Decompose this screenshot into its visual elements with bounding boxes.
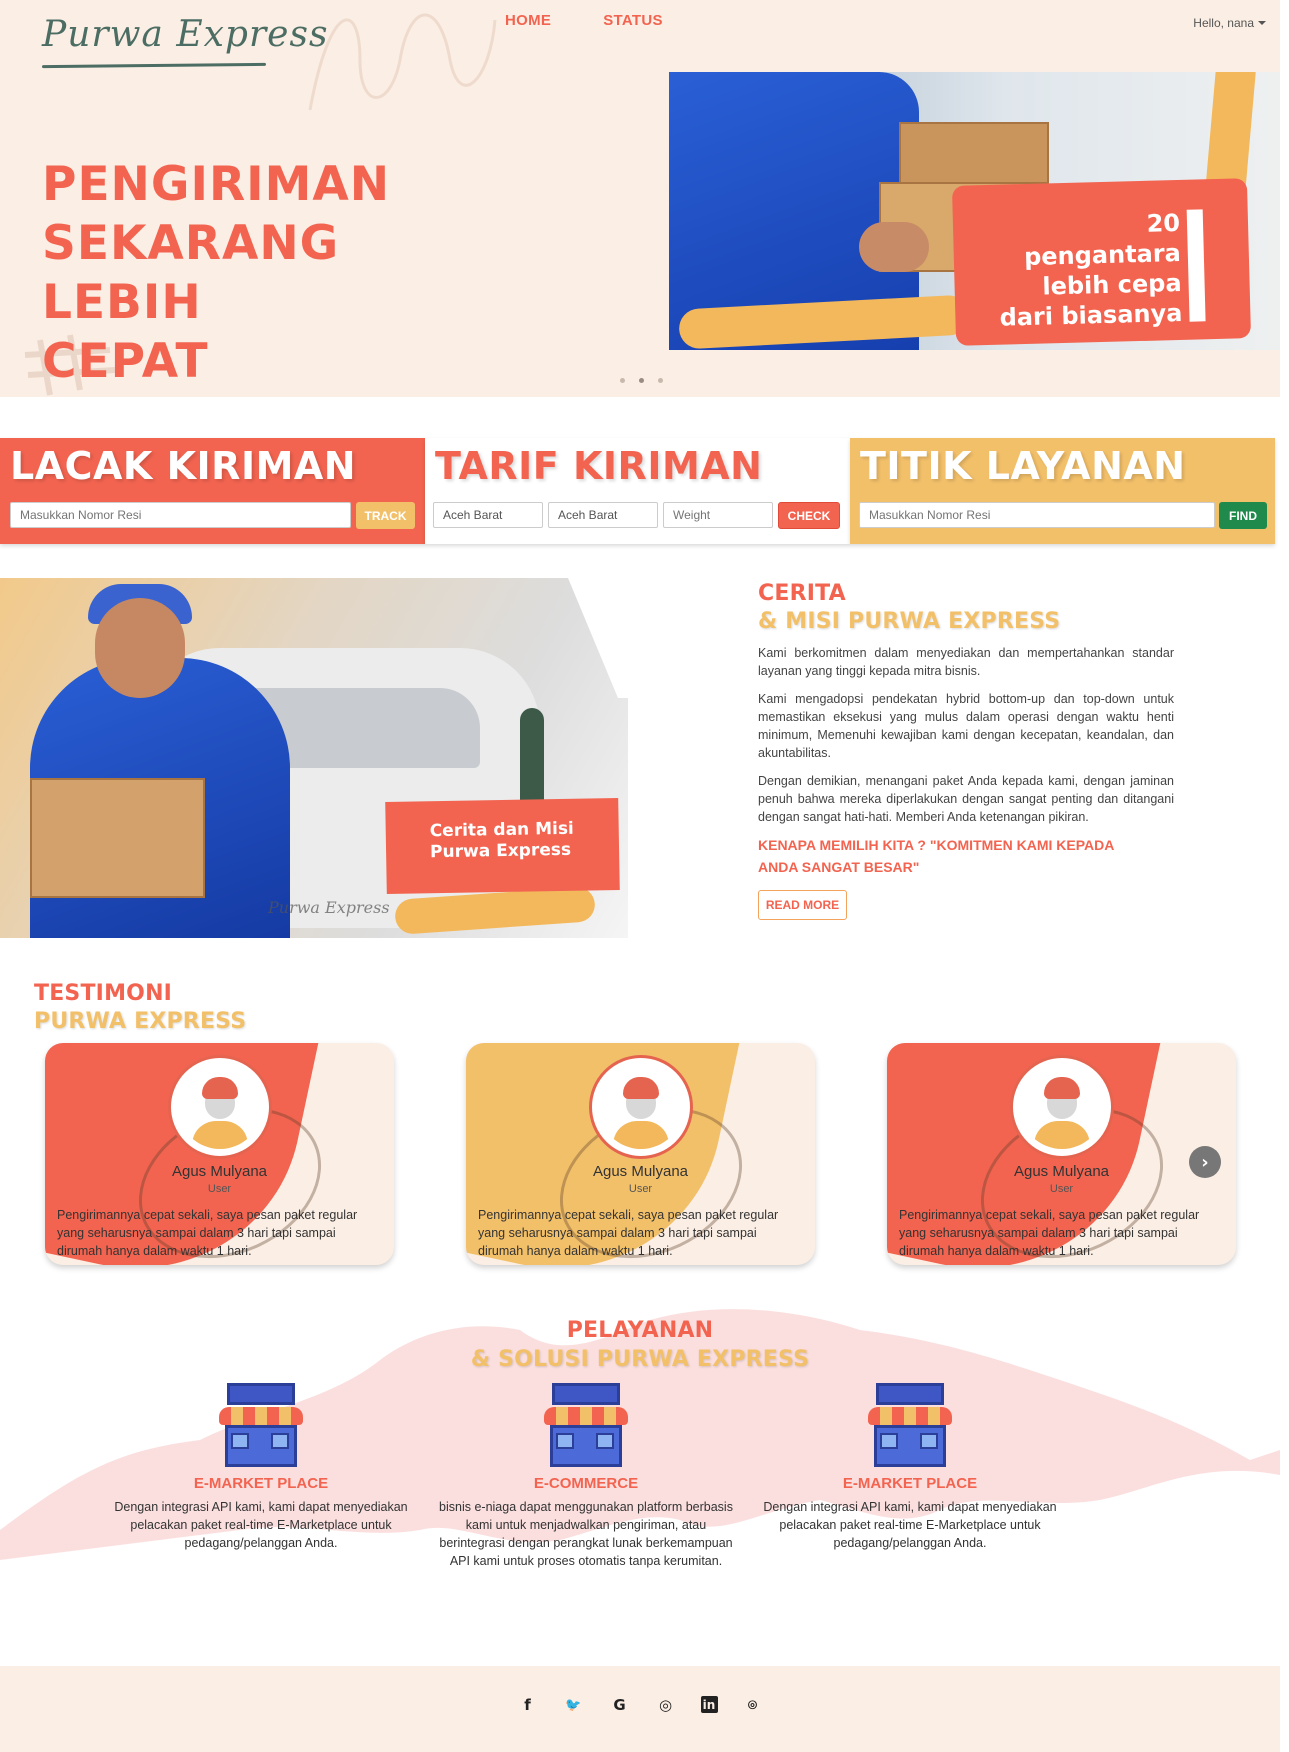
storefront-icon xyxy=(544,1383,628,1467)
main-nav: HOME STATUS xyxy=(505,12,663,29)
titik-layanan-panel: TITIK LAYANAN FIND xyxy=(850,438,1275,544)
carousel-dot[interactable] xyxy=(639,378,644,383)
find-button[interactable]: FIND xyxy=(1219,502,1267,529)
track-button[interactable]: TRACK xyxy=(356,502,415,529)
weight-input[interactable] xyxy=(663,502,773,528)
service-title: E-MARKET PLACE xyxy=(193,1475,329,1492)
logo-underline xyxy=(41,62,267,69)
logo[interactable]: Purwa Express xyxy=(41,14,327,74)
carousel-dot[interactable] xyxy=(620,378,625,383)
hero-title: PENGIRIMAN SEKARANG LEBIH CEPAT xyxy=(42,155,512,391)
hero-title-line: SEKARANG LEBIH xyxy=(42,216,340,330)
linkedin-icon[interactable]: in xyxy=(700,1696,718,1713)
service-desc: bisnis e-niaga dapat menggunakan platfor… xyxy=(439,1500,733,1568)
github-icon[interactable]: ⌾ xyxy=(742,1694,764,1716)
service-title: E-MARKET PLACE xyxy=(842,1475,978,1492)
titik-title: TITIK LAYANAN xyxy=(860,444,1186,488)
story-heading: CERITA & MISI PURWA EXPRESS xyxy=(758,580,1174,636)
service-title: E-COMMERCE xyxy=(533,1475,639,1492)
story-paragraph: Dengan demikian, menangani paket Anda ke… xyxy=(758,774,1174,824)
testimonial-quote: Pengirimannya cepat sekali, saya pesan p… xyxy=(57,1208,358,1258)
story-heading-line2: & MISI PURWA EXPRESS xyxy=(758,609,1061,634)
facebook-icon[interactable]: f xyxy=(517,1694,539,1716)
why-us-tagline: KENAPA MEMILIH KITA ? "KOMITMEN KAMI KEP… xyxy=(758,837,1114,875)
destination-select[interactable]: Aceh Barat xyxy=(548,502,658,528)
carousel-indicators xyxy=(620,378,663,383)
origin-select[interactable]: Aceh Barat xyxy=(433,502,543,528)
story-paragraph: Kami mengadopsi pendekatan hybrid bottom… xyxy=(758,692,1174,760)
testimonial-role: User xyxy=(207,1183,232,1195)
hero-courier-image: 20 pengantara lebih cepa dari biasanya xyxy=(669,72,1280,350)
user-greeting: Hello, nana xyxy=(1193,16,1254,30)
avatar xyxy=(1010,1055,1114,1159)
story-caption: Cerita dan Misi Purwa Express xyxy=(429,818,574,863)
testimonial-name: Agus Mulyana xyxy=(592,1163,689,1180)
nav-home[interactable]: HOME xyxy=(505,12,551,29)
tarif-kiriman-panel: TARIF KIRIMAN Aceh Barat Aceh Barat CHEC… xyxy=(425,438,850,544)
nav-status[interactable]: STATUS xyxy=(603,12,663,29)
testimonial-card: Agus Mulyana User Pengirimannya cepat se… xyxy=(45,1043,394,1265)
testimonial-name: Agus Mulyana xyxy=(171,1163,268,1180)
testimonial-card: Agus Mulyana User Pengirimannya cepat se… xyxy=(887,1043,1236,1265)
service-item: E-MARKET PLACE Dengan integrasi API kami… xyxy=(111,1383,411,1552)
tarif-title: TARIF KIRIMAN xyxy=(435,444,763,488)
hero-title-line: PENGIRIMAN xyxy=(42,157,391,212)
testimonial-name: Agus Mulyana xyxy=(1013,1163,1110,1180)
testimoni-heading-line1: TESTIMONI xyxy=(34,981,173,1006)
read-more-button[interactable]: READ MORE xyxy=(758,890,847,920)
chevron-right-icon[interactable]: › xyxy=(1189,1146,1221,1178)
hero-promo-card: 20 pengantara lebih cepa dari biasanya xyxy=(951,178,1252,346)
testimonial-quote: Pengirimannya cepat sekali, saya pesan p… xyxy=(899,1208,1200,1258)
twitter-icon[interactable]: 🐦 xyxy=(563,1694,585,1716)
pelayanan-heading-line1: PELAYANAN xyxy=(566,1318,714,1343)
testimonial-quote: Pengirimannya cepat sekali, saya pesan p… xyxy=(478,1208,779,1258)
avatar xyxy=(589,1055,693,1159)
service-item: E-COMMERCE bisnis e-niaga dapat mengguna… xyxy=(436,1383,736,1570)
story-image: Cerita dan Misi Purwa Express Purwa Expr… xyxy=(0,578,628,938)
social-links: f 🐦 G ◎ in ⌾ xyxy=(0,1694,1280,1716)
testimoni-heading-line2: PURWA EXPRESS xyxy=(34,1009,247,1034)
logo-text: Purwa Express xyxy=(42,14,329,55)
check-button[interactable]: CHECK xyxy=(778,502,840,529)
page: Purwa Express HOME STATUS Hello, nana PE… xyxy=(0,0,1289,1752)
story-signature: Purwa Express xyxy=(268,898,390,917)
hero-title-line: CEPAT xyxy=(42,334,209,389)
resi-input[interactable] xyxy=(10,502,351,528)
avatar xyxy=(168,1055,272,1159)
service-item: E-MARKET PLACE Dengan integrasi API kami… xyxy=(760,1383,1060,1552)
instagram-icon[interactable]: ◎ xyxy=(655,1694,677,1716)
google-icon[interactable]: G xyxy=(609,1694,631,1716)
story-paragraph: Kami berkomitmen dalam menyediakan dan m… xyxy=(758,646,1174,678)
swirl-decoration xyxy=(308,13,497,111)
story-heading-line1: CERITA xyxy=(758,581,846,606)
footer: f 🐦 G ◎ in ⌾ xyxy=(0,1666,1280,1752)
service-desc: Dengan integrasi API kami, kami dapat me… xyxy=(763,1500,1057,1550)
hero-promo-text: 20 pengantara lebih cepa dari biasanya xyxy=(999,208,1183,332)
story-caption-card: Cerita dan Misi Purwa Express xyxy=(385,797,620,895)
carousel-dot[interactable] xyxy=(658,378,663,383)
lacak-title: LACAK KIRIMAN xyxy=(10,444,357,488)
user-menu[interactable]: Hello, nana xyxy=(1193,16,1266,30)
pelayanan-heading-line2: & SOLUSI PURWA EXPRESS xyxy=(470,1347,810,1372)
testimonial-role: User xyxy=(1049,1183,1074,1195)
hero-section: Purwa Express HOME STATUS Hello, nana PE… xyxy=(0,0,1280,397)
testimoni-heading: TESTIMONI PURWA EXPRESS xyxy=(34,980,246,1036)
pelayanan-heading: PELAYANAN & SOLUSI PURWA EXPRESS xyxy=(0,1316,1280,1374)
service-desc: Dengan integrasi API kami, kami dapat me… xyxy=(114,1500,408,1550)
storefront-icon xyxy=(219,1383,303,1467)
storefront-icon xyxy=(868,1383,952,1467)
titik-resi-input[interactable] xyxy=(859,502,1215,528)
testimonial-card: Agus Mulyana User Pengirimannya cepat se… xyxy=(466,1043,815,1265)
testimonial-role: User xyxy=(628,1183,653,1195)
story-text-block: CERITA & MISI PURWA EXPRESS Kami berkomi… xyxy=(758,580,1174,920)
lacak-kiriman-panel: LACAK KIRIMAN TRACK xyxy=(0,438,425,544)
caret-down-icon xyxy=(1258,21,1266,25)
